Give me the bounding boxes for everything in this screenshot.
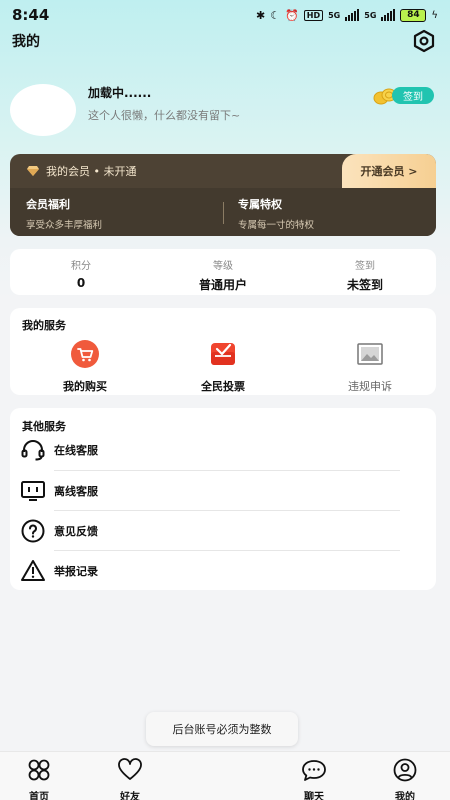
open-vip-button[interactable]: 开通会员 >	[342, 154, 436, 188]
home-icon	[28, 759, 50, 781]
settings-hexagon-icon[interactable]	[412, 29, 436, 53]
tab-label: 聊天	[304, 792, 324, 800]
service-offline-support[interactable]: 离线客服	[20, 471, 400, 511]
network-label-2: 5G	[364, 10, 377, 20]
vip-benefit-desc: 享受众多丰厚福利	[26, 220, 103, 231]
other-services-card: 其他服务 在线客服 离线客服 意见反馈 举报记录	[10, 408, 436, 590]
status-bar: 8:44 ✱ ☾ ⏰ HD 5G 5G 84 ϟ	[0, 0, 450, 30]
stats-card: 积分 0 等级 普通用户 签到 未签到	[10, 249, 436, 295]
stat-points[interactable]: 积分 0	[10, 257, 152, 290]
checkin-label: 签到	[392, 87, 434, 104]
service-online-support[interactable]: 在线客服	[20, 430, 400, 470]
headset-icon	[21, 440, 45, 461]
stat-label: 签到	[355, 261, 375, 272]
charging-icon: ϟ	[431, 9, 438, 21]
stat-value: 0	[76, 276, 86, 290]
service-label: 在线客服	[54, 444, 98, 457]
vip-header: 我的会员 • 未开通 开通会员 >	[10, 154, 436, 188]
vip-privilege-title: 专属特权	[238, 198, 282, 211]
service-label: 意见反馈	[54, 525, 98, 538]
status-time: 8:44	[12, 6, 50, 24]
service-label: 全民投票	[201, 380, 245, 393]
page-header: 我的	[0, 29, 450, 53]
service-feedback[interactable]: 意见反馈	[20, 511, 400, 551]
service-label: 违规申诉	[348, 380, 392, 393]
vip-privilege-desc: 专属每一寸的特权	[238, 220, 315, 231]
my-services-card: 我的服务 我的购买 全民投票 违规申诉	[10, 308, 436, 395]
service-appeal[interactable]: 违规申诉	[300, 340, 440, 394]
stat-level[interactable]: 等级 普通用户	[152, 257, 294, 293]
service-voting[interactable]: 全民投票	[153, 340, 293, 394]
vip-divider	[223, 202, 224, 224]
vip-benefit-title: 会员福利	[26, 198, 70, 211]
stat-value: 未签到	[346, 278, 383, 292]
battery-icon: 84	[400, 8, 427, 22]
hd-badge: HD	[303, 9, 324, 21]
vip-status-text: 我的会员 • 未开通	[46, 165, 137, 178]
avatar[interactable]	[10, 84, 76, 136]
image-icon	[357, 343, 383, 365]
checkin-button[interactable]: 签到	[372, 86, 434, 106]
service-label: 举报记录	[54, 565, 98, 578]
tab-chat[interactable]: 聊天	[284, 758, 344, 800]
tab-label: 我的	[395, 792, 415, 800]
service-my-purchases[interactable]: 我的购买	[15, 340, 155, 394]
vote-icon	[211, 343, 235, 365]
service-label: 离线客服	[54, 485, 98, 498]
vip-benefits[interactable]: 会员福利 享受众多丰厚福利	[26, 196, 102, 231]
heart-icon	[118, 758, 142, 780]
profile-icon	[393, 758, 417, 782]
signal-icon-2	[381, 9, 396, 21]
status-icons: ✱ ☾ ⏰ HD 5G 5G 84 ϟ	[255, 8, 438, 22]
service-report-records[interactable]: 举报记录	[20, 551, 400, 591]
tab-mine[interactable]: 我的	[375, 758, 435, 800]
bluetooth-icon: ✱	[255, 8, 266, 22]
tab-label: 首页	[29, 792, 49, 800]
vip-privileges[interactable]: 专属特权 专属每一寸的特权	[238, 196, 314, 231]
stat-value: 普通用户	[198, 278, 247, 292]
cart-icon	[71, 340, 99, 368]
tab-label: 好友	[120, 792, 140, 800]
stat-label: 积分	[71, 261, 91, 272]
network-label-1: 5G	[328, 10, 341, 20]
user-bio: 这个人很懒，什么都没有留下~	[88, 109, 241, 122]
vip-status: 我的会员 • 未开通	[26, 163, 136, 179]
warning-icon	[21, 560, 45, 581]
vip-card: 我的会员 • 未开通 开通会员 > 会员福利 享受众多丰厚福利 专属特权 专属每…	[10, 154, 436, 236]
username: 加载中......	[88, 86, 152, 100]
stat-checkin[interactable]: 签到 未签到	[294, 257, 436, 293]
tab-home[interactable]: 首页	[9, 758, 69, 800]
bottom-tab-bar: 首页 好友 聊天 我的	[0, 751, 450, 800]
monitor-icon	[21, 481, 45, 501]
diamond-icon	[27, 166, 39, 176]
vip-details: 会员福利 享受众多丰厚福利 专属特权 专属每一寸的特权	[10, 188, 436, 236]
moon-icon: ☾	[270, 8, 281, 22]
my-services-title: 我的服务	[22, 319, 66, 332]
toast-message: 后台账号必须为整数	[146, 712, 298, 746]
page-title: 我的	[12, 34, 40, 50]
alarm-off-icon: ⏰	[285, 8, 299, 22]
chat-icon	[302, 760, 326, 781]
stat-label: 等级	[213, 261, 233, 272]
question-icon	[21, 519, 45, 543]
service-label: 我的购买	[63, 380, 107, 393]
signal-icon	[345, 9, 360, 21]
tab-friends[interactable]: 好友	[100, 758, 160, 800]
